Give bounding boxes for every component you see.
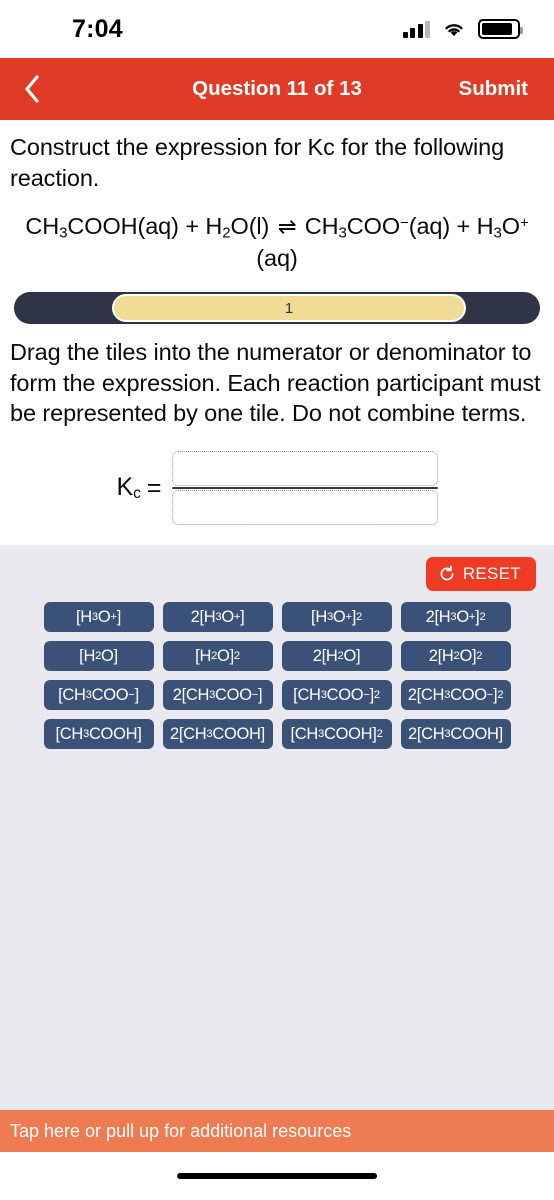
- tile-h3o-4[interactable]: 2[H 3 O +] 2: [400, 602, 511, 633]
- progress-bar[interactable]: 1: [14, 292, 540, 325]
- tile-grid: [H 3 O +] 2[H 3 O +] [H 3 O +] 2 2[H 3 O +] 2 [H 2 O] [H 2 O] 2 2…: [0, 602, 554, 750]
- status-icons: [402, 19, 523, 39]
- tile-h2o-4[interactable]: 2[H 2 O] 2: [400, 641, 511, 672]
- equation-product-1: CH3COO−(aq): [304, 213, 451, 242]
- tile-ch3coo-4[interactable]: 2[CH 3 COO −] 2: [400, 680, 511, 711]
- status-bar: 7:04: [0, 0, 554, 58]
- tile-ch3cooh-4[interactable]: 2[CH 3 COOH]: [400, 719, 511, 750]
- equation-reactant-1: CH3COOH(aq): [25, 213, 179, 242]
- tile-h2o-3[interactable]: 2[H 2 O]: [281, 641, 392, 672]
- tile-h2o-1[interactable]: [H 2 O]: [43, 641, 154, 672]
- progress-bar-part-1[interactable]: 1: [112, 294, 466, 323]
- tile-panel: RESET [H 3 O +] 2[H 3 O +] [H 3 O +] 2 2[H 3 O +] 2 [H 2 O][…: [0, 545, 554, 1110]
- equation-plus-1: +: [185, 213, 206, 240]
- tile-h3o-1[interactable]: [H 3 O +]: [43, 602, 154, 633]
- equilibrium-arrow-icon: ⇌: [277, 214, 297, 240]
- submit-button[interactable]: Submit: [459, 77, 528, 101]
- reset-button-label: RESET: [462, 564, 521, 584]
- fraction: [171, 450, 438, 526]
- cellular-signal-icon: [402, 20, 430, 38]
- reset-circular-arrow-icon: [440, 566, 454, 581]
- denominator-drop-slot[interactable]: [171, 490, 438, 526]
- navigation-bar: Question 11 of 13 Submit: [0, 58, 554, 120]
- numerator-drop-slot[interactable]: [171, 450, 438, 486]
- tile-h2o-2[interactable]: [H 2 O] 2: [162, 641, 273, 672]
- additional-resources-label: Tap here or pull up for additional resou…: [10, 1120, 352, 1141]
- wifi-icon: [445, 24, 463, 37]
- tile-ch3cooh-1[interactable]: [CH 3 COOH]: [43, 719, 154, 750]
- reaction-equation: CH3COOH(aq) + H2O(l) ⇌ CH3COO−(aq) + H3O…: [6, 193, 548, 274]
- status-time: 7:04: [72, 14, 123, 43]
- home-indicator-area: [0, 1152, 554, 1200]
- tile-ch3coo-3[interactable]: [CH 3 COO −] 2: [281, 680, 392, 711]
- tile-ch3coo-2[interactable]: 2[CH 3 COO −]: [162, 680, 273, 711]
- equals-sign: =: [146, 473, 162, 502]
- additional-resources-bar[interactable]: Tap here or pull up for additional resou…: [0, 1110, 554, 1152]
- tile-h3o-3[interactable]: [H 3 O +] 2: [281, 602, 392, 633]
- back-button[interactable]: [0, 58, 64, 120]
- tile-ch3cooh-2[interactable]: 2[CH 3 COOH]: [162, 719, 273, 750]
- kc-subscript: c: [133, 485, 141, 503]
- app-screen: 7:04 Question 11 of 13 Submit Construct …: [0, 0, 554, 1200]
- drag-instructions: Drag the tiles into the numerator or den…: [10, 339, 541, 427]
- reset-row: RESET: [0, 557, 554, 592]
- equation-reactant-2: H2O(l): [205, 213, 270, 242]
- equation-plus-2: +: [456, 213, 477, 240]
- battery-icon: [478, 19, 523, 39]
- tile-h3o-2[interactable]: 2[H 3 O +]: [162, 602, 273, 633]
- question-body: Construct the expression for Kc for the …: [0, 120, 554, 546]
- back-chevron-icon: [25, 75, 39, 103]
- kc-expression-area: Kc =: [6, 429, 548, 546]
- fraction-bar: [171, 486, 438, 490]
- home-indicator[interactable]: [177, 1173, 377, 1179]
- tile-ch3coo-1[interactable]: [CH 3 COO −]: [43, 680, 154, 711]
- tile-ch3cooh-3[interactable]: [CH 3 COOH] 2: [281, 719, 392, 750]
- question-prompt: Construct the expression for Kc for the …: [10, 134, 505, 191]
- reset-button[interactable]: RESET: [425, 557, 536, 592]
- kc-label: Kc: [116, 473, 141, 503]
